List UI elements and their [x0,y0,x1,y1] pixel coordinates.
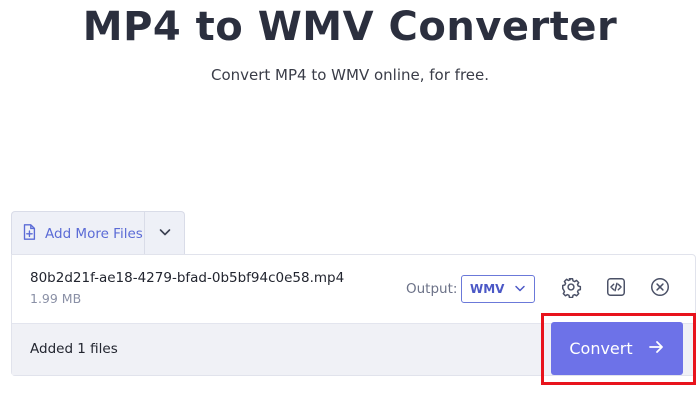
page-subtitle: Convert MP4 to WMV online, for free. [210,66,490,84]
file-size: 1.99 MB [30,291,82,306]
gear-icon [560,276,582,302]
add-files-tab: Add More Files [11,211,185,255]
file-name: 80b2d21f-ae18-4279-bfad-0b5bf94c0e58.mp4 [30,270,345,286]
close-circle-icon [649,276,671,302]
settings-button[interactable] [559,277,583,301]
embed-code-button[interactable] [604,277,628,301]
chevron-down-icon [158,224,172,243]
page-title: MP4 to WMV Converter [82,4,618,50]
convert-button[interactable]: Convert [551,322,683,375]
added-files-status: Added 1 files [30,341,118,357]
output-format-value: WMV [470,282,505,296]
embed-code-icon [605,276,627,302]
output-format-select[interactable]: WMV [461,275,535,303]
output-label: Output: [406,281,458,297]
add-more-files-label: Add More Files [45,225,143,242]
file-plus-icon [20,223,38,245]
converter-page: MP4 to WMV Converter Convert MP4 to WMV … [0,0,700,398]
convert-label: Convert [569,339,633,358]
add-files-dropdown-button[interactable] [145,212,184,255]
chevron-down-icon [514,282,526,297]
add-more-files-button[interactable]: Add More Files [12,212,145,255]
remove-file-button[interactable] [648,277,672,301]
arrow-right-icon [647,338,665,360]
